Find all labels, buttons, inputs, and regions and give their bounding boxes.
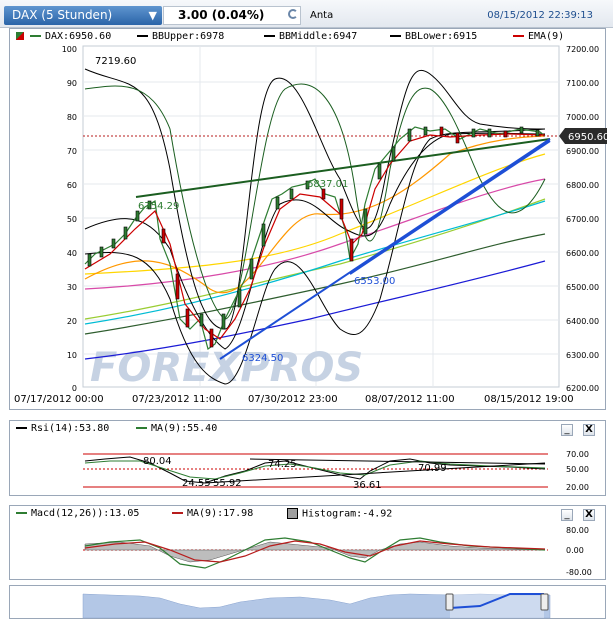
macd-tick: 0.00 — [566, 546, 584, 555]
price-change-value: 3.00 (0.04%) — [178, 8, 265, 22]
left-tick: 10 — [67, 351, 77, 360]
rsi-annotation: 70.99 — [418, 463, 447, 474]
rsi-panel: Rsi(14):53.80 MA(9):55.40 _ X 80.04 74.2… — [9, 420, 606, 496]
right-axis: 7200.00 7100.00 7000.00 6900.00 6800.00 … — [566, 45, 599, 393]
x-tick: 07/23/2012 11:00 — [132, 394, 222, 405]
rsi-annotation: 55.92 — [213, 478, 242, 489]
left-tick: 90 — [67, 79, 77, 88]
left-tick: 100 — [62, 45, 77, 54]
trendlines — [135, 138, 551, 360]
right-tick: 6600.00 — [566, 249, 599, 258]
last-price-value: 6950.60 — [568, 132, 607, 143]
left-tick: 70 — [67, 147, 77, 156]
price-line — [84, 126, 546, 350]
macd-tick: 80.00 — [566, 526, 589, 535]
x-tick: 07/30/2012 23:00 — [248, 394, 338, 405]
macd-tick: -80.00 — [566, 568, 592, 577]
right-tick: 6800.00 — [566, 181, 599, 190]
macd-svg[interactable]: 80.00 0.00 -80.00 — [10, 506, 607, 581]
main-chart-panel: DAX:6950.60 BBUpper:6978 BBMiddle:6947 B… — [9, 28, 607, 411]
main-grid — [83, 46, 559, 387]
rsi-tick: 50.00 — [566, 465, 589, 474]
right-tick: 7100.00 — [566, 79, 599, 88]
left-tick: 40 — [67, 249, 77, 258]
rsi-annotation: 74.25 — [268, 459, 297, 470]
left-axis: 100 90 80 70 60 50 40 30 20 10 0 — [62, 45, 77, 393]
annotation-high: 7219.60 — [95, 56, 136, 67]
plot-frame — [82, 45, 560, 388]
rsi-annotation: 36.61 — [353, 480, 382, 491]
left-tick: 30 — [67, 283, 77, 292]
right-tick: 6400.00 — [566, 317, 599, 326]
annotation-6754: 6754.29 — [138, 201, 179, 212]
timestamp: 08/15/2012 22:39:13 — [487, 10, 593, 21]
right-tick: 6500.00 — [566, 283, 599, 292]
navigator-selection[interactable] — [450, 588, 544, 618]
left-tick: 50 — [67, 215, 77, 224]
chevron-down-icon: ▼ — [148, 9, 157, 22]
left-tick: 80 — [67, 113, 77, 122]
navigator-panel — [9, 585, 606, 619]
rsi-annotation: 80.04 — [143, 456, 172, 467]
rsi-tick: 70.00 — [566, 450, 589, 459]
symbol-dropdown[interactable]: DAX (5 Stunden) ▼ — [4, 6, 162, 25]
refresh-icon[interactable] — [288, 9, 298, 19]
right-tick: 7000.00 — [566, 113, 599, 122]
macd-axis: 80.00 0.00 -80.00 — [566, 526, 592, 577]
left-tick: 0 — [72, 384, 77, 393]
right-tick: 7200.00 — [566, 45, 599, 54]
macd-panel: Macd(12,26)):13.05 MA(9):17.98 Histogram… — [9, 505, 606, 580]
main-chart-svg[interactable]: FOREXPROS 7219.60 6754.29 6837.01 6553.0… — [10, 29, 607, 411]
x-tick: 08/07/2012 11:00 — [365, 394, 455, 405]
right-tick: 6200.00 — [566, 384, 599, 393]
symbol-label: DAX (5 Stunden) — [12, 8, 113, 22]
top-bar: DAX (5 Stunden) ▼ 3.00 (0.04%) Anta 08/1… — [0, 0, 613, 28]
annotation-6324: 6324.50 — [242, 353, 283, 364]
navigator-left-handle[interactable] — [445, 593, 454, 611]
macd-line — [84, 537, 546, 569]
right-tick: 6700.00 — [566, 215, 599, 224]
market-label: Anta — [310, 10, 334, 21]
ema-line — [84, 133, 546, 340]
right-tick: 6900.00 — [566, 147, 599, 156]
left-tick: 20 — [67, 317, 77, 326]
x-axis: 07/17/2012 00:00 07/23/2012 11:00 07/30/… — [14, 394, 574, 405]
navigator-right-handle[interactable] — [540, 593, 549, 611]
navigator-svg[interactable] — [10, 586, 607, 620]
rsi-tick: 20.00 — [566, 483, 589, 492]
rsi-axis: 70.00 50.00 20.00 — [566, 450, 589, 492]
price-change-box: 3.00 (0.04%) — [163, 6, 301, 25]
rsi-svg[interactable]: 80.04 74.25 70.99 24.55 55.92 36.61 70.0… — [10, 421, 607, 497]
right-tick: 6300.00 — [566, 351, 599, 360]
last-price-badge: 6950.60 — [559, 128, 607, 144]
annotation-6553: 6553.00 — [354, 276, 395, 287]
left-tick: 60 — [67, 181, 77, 190]
x-tick: 07/17/2012 00:00 — [14, 394, 104, 405]
rsi-annotation: 24.55 — [182, 478, 211, 489]
x-tick: 08/15/2012 19:00 — [484, 394, 574, 405]
annotation-6837: 6837.01 — [307, 179, 348, 190]
